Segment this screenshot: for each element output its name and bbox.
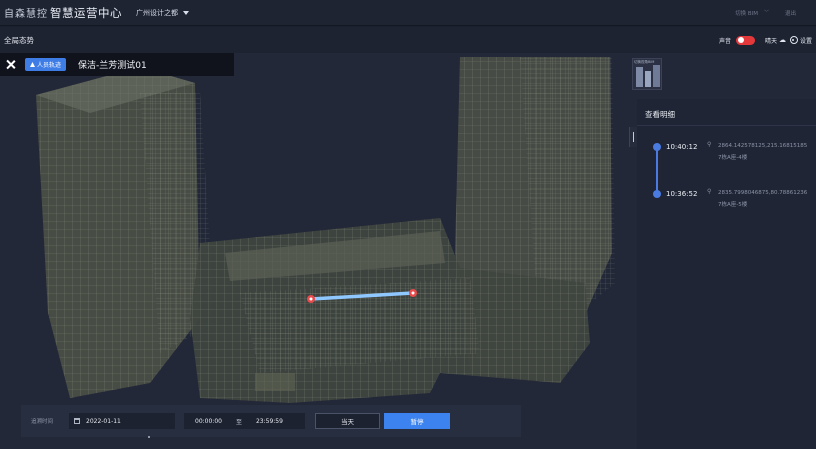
person-icon <box>30 62 35 67</box>
panel-collapse-handle[interactable] <box>629 127 637 147</box>
project-select[interactable]: 广州设计之都 <box>136 8 189 18</box>
timeline-time: 10:40:12 <box>666 143 698 151</box>
panel-title: 查看明细 <box>645 110 675 119</box>
project-name: 广州设计之都 <box>136 8 178 17</box>
close-icon[interactable] <box>3 57 19 73</box>
track-person-name: 保洁-兰芳测试01 <box>78 61 147 71</box>
timeline-dot <box>653 143 661 151</box>
timeline-time: 10:36:52 <box>666 190 698 198</box>
user-area: 切换 BIM ﹀ 退出 <box>735 9 816 17</box>
sound-label: 声音 <box>718 37 731 45</box>
sound-toggle[interactable] <box>735 35 755 45</box>
time-separator: 至 <box>235 418 242 426</box>
timeline-dot <box>653 190 661 198</box>
timeline-coord: 2835.7998046875,80.78861236 <box>718 190 808 196</box>
track-tag: 人员轨迹 <box>25 58 67 71</box>
date-picker[interactable]: 2022-01-11 <box>69 413 175 429</box>
user-menu[interactable]: 切换 BIM <box>735 9 758 17</box>
timeline-line <box>656 147 658 194</box>
chevron-down-icon: ﹀ <box>763 10 769 16</box>
weather-icon[interactable]: ☁ <box>779 36 786 44</box>
timeline-coord: 2864.142578125,215.16815185 <box>718 143 808 149</box>
time-query-bar: 追溯时间 2022-01-11 00:00:00 至 23:59:59 当天 暂… <box>21 405 521 437</box>
page-title: 全局态势 <box>4 35 34 45</box>
track-banner: 人员轨迹 保洁-兰芳测试01 <box>0 53 234 76</box>
end-time[interactable]: 23:59:59 <box>256 418 283 425</box>
settings-label[interactable]: 设置 <box>800 36 812 45</box>
app-root: 自森慧控 智慧运营中心 广州设计之都 切换 BIM ﹀ 退出 全局态势 声音 晴… <box>0 0 816 449</box>
time-range-picker[interactable]: 00:00:00 至 23:59:59 <box>184 413 305 429</box>
logout-link[interactable]: 退出 <box>785 9 796 17</box>
sub-header: 全局态势 声音 晴天 ☁ 设置 <box>0 27 816 53</box>
brand-logo: 自森慧控 <box>4 9 48 20</box>
track-start-marker <box>307 295 315 303</box>
panel-divider <box>637 125 816 126</box>
query-bar-indicator <box>148 436 150 438</box>
gear-icon[interactable] <box>789 36 798 44</box>
start-time[interactable]: 00:00:00 <box>195 418 222 425</box>
view-thumbnail[interactable]: 切换视角BIM <box>632 58 662 90</box>
top-nav: 自森慧控 智慧运营中心 广州设计之都 切换 BIM ﹀ 退出 <box>0 0 816 26</box>
today-button[interactable]: 当天 <box>315 413 380 429</box>
query-label: 追溯时间 <box>31 419 54 425</box>
detail-panel: 查看明细 10:40:12 ⚲ 2864.142578125,215.16815… <box>637 99 816 449</box>
pause-button[interactable]: 暂停 <box>384 413 450 429</box>
chevron-down-icon <box>183 10 189 15</box>
brand-title: 智慧运营中心 <box>50 5 122 20</box>
track-end-marker <box>409 289 417 297</box>
timeline-floor: 7栋A座-4楼 <box>718 155 748 161</box>
date-value: 2022-01-11 <box>86 417 121 425</box>
timeline-floor: 7栋A座-5楼 <box>718 202 748 208</box>
track-tag-label: 人员轨迹 <box>37 62 62 69</box>
weather-label[interactable]: 晴天 <box>765 36 777 45</box>
location-icon: ⚲ <box>707 188 712 195</box>
brand: 自森慧控 智慧运营中心 <box>0 5 122 21</box>
location-icon: ⚲ <box>707 141 712 148</box>
thumbnail-label: 切换视角BIM <box>634 60 655 64</box>
scene-controls: 声音 晴天 ☁ 设置 <box>718 35 816 45</box>
calendar-icon <box>74 418 80 424</box>
